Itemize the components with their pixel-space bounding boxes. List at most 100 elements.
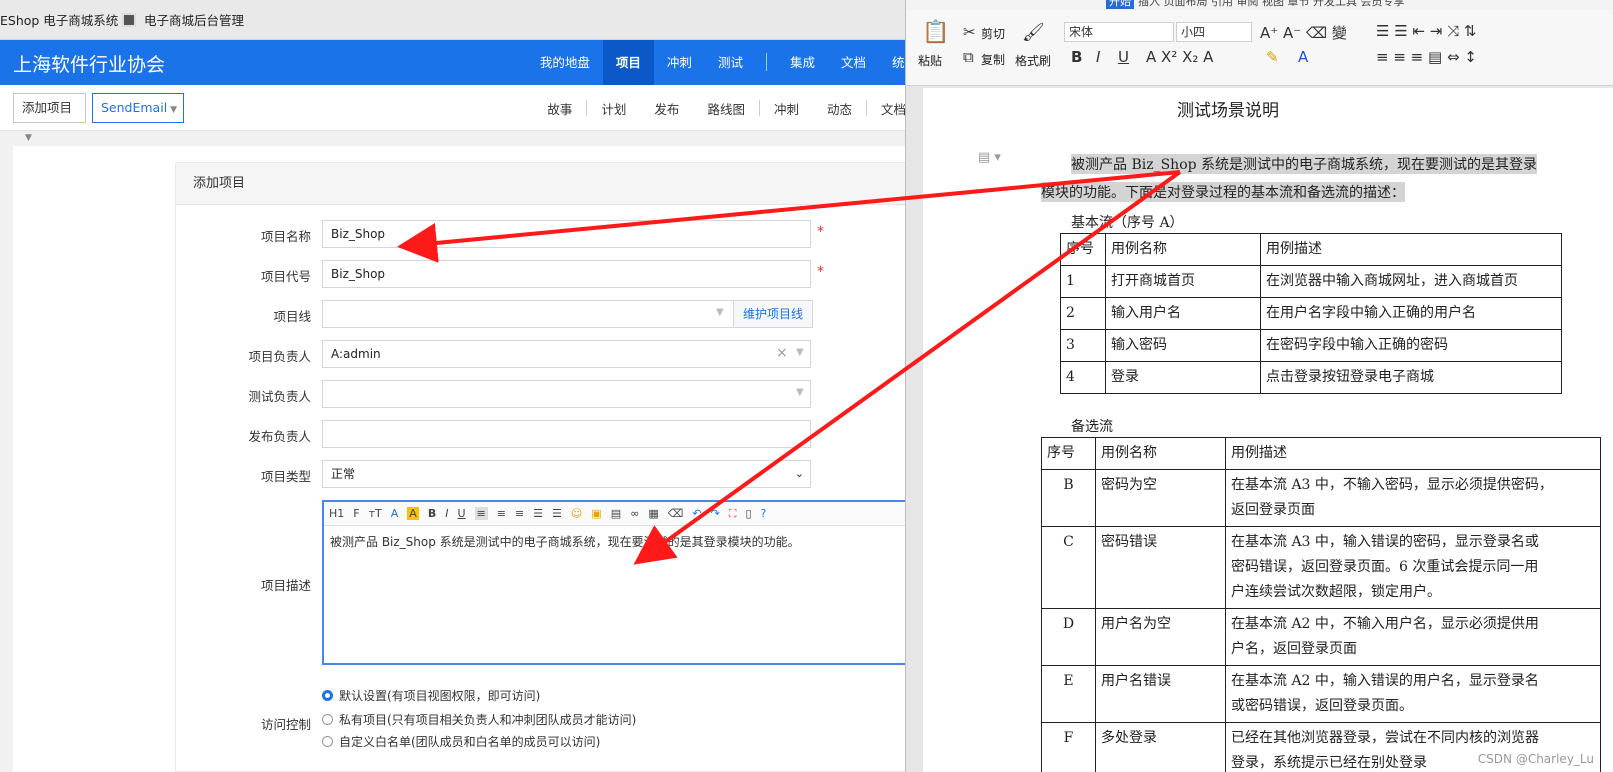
breadcrumb-sendemail[interactable]: SendEmail ▼ bbox=[92, 93, 184, 123]
acl-option-whitelist[interactable]: 自定义白名单(团队成员和白名单的成员可以访问) bbox=[322, 733, 600, 750]
align-left-icon[interactable]: ≡ bbox=[474, 507, 488, 520]
cell-desc-line: 在基本流 A3 中，输入错误的密码，显示登录名或 bbox=[1231, 534, 1539, 550]
alt-flow-title: 备选流 bbox=[1071, 419, 1113, 435]
scissors-icon[interactable]: ✂ bbox=[963, 23, 976, 41]
table-icon[interactable]: ▦ bbox=[648, 507, 658, 520]
acl-option-private[interactable]: 私有项目(只有项目相关负责人和冲刺团队成员才能访问) bbox=[322, 711, 636, 728]
highlight-button[interactable]: A bbox=[407, 507, 419, 520]
cell-desc: 在基本流 A2 中，输入错误的用户名，显示登录名 或密码错误，返回登录页面。 bbox=[1225, 665, 1601, 723]
cell-name: 输入用户名 bbox=[1105, 297, 1261, 330]
subnav-release[interactable]: 发布 bbox=[640, 99, 693, 118]
list-icons[interactable]: ☰ ☰ ⇤ ⇥ ⤨ ⇅ bbox=[1376, 22, 1476, 40]
underline-icon[interactable]: U bbox=[1118, 48, 1129, 66]
align-icons[interactable]: ≡ ≡ ≡ ▤ ⇔ ↕ bbox=[1376, 48, 1477, 66]
ribbon-toolbar: 📋 粘贴 ✂ 剪切 ⧉ 复制 🖌 格式刷 宋体 小四 A⁺ A⁻ ⌫ 變 B I… bbox=[906, 10, 1613, 86]
basic-flow-table: 序号 用例名称 用例描述 1 打开商城首页 在浏览器中输入商城网址，进入商城首页… bbox=[1060, 233, 1562, 394]
eraser-icon[interactable]: ⌫ bbox=[668, 507, 684, 520]
bold-icon[interactable]: B bbox=[1071, 48, 1082, 66]
project-code-input[interactable]: Biz_Shop bbox=[322, 260, 811, 288]
align-center-icon[interactable]: ≡ bbox=[497, 507, 506, 520]
paste-icon[interactable]: 📋 bbox=[922, 20, 949, 45]
cut-button[interactable]: 剪切 bbox=[981, 25, 1005, 42]
undo-icon[interactable]: ↶ bbox=[692, 507, 701, 520]
breadcrumb-add-project[interactable]: 添加项目 ▼ bbox=[13, 93, 86, 143]
nav-ci[interactable]: 集成 bbox=[777, 40, 828, 85]
label-type: 项目类型 bbox=[260, 469, 311, 484]
chevron-down-icon: ▼ bbox=[796, 347, 804, 358]
link-icon[interactable]: ∞ bbox=[630, 507, 639, 520]
font-family-button[interactable]: F bbox=[353, 507, 359, 520]
nav-my[interactable]: 我的地盘 bbox=[527, 40, 603, 85]
cell-name: 用户名错误 bbox=[1095, 665, 1226, 723]
subnav-dynamic[interactable]: 动态 bbox=[813, 99, 866, 118]
source-icon[interactable]: ▯ bbox=[745, 507, 751, 520]
copy-icon[interactable]: ⧉ bbox=[963, 48, 974, 66]
font-color-button[interactable]: A bbox=[391, 507, 399, 520]
font-color-icon[interactable]: A bbox=[1298, 48, 1308, 66]
copy-button[interactable]: 复制 bbox=[981, 51, 1005, 68]
nav-sprint[interactable]: 冲刺 bbox=[654, 40, 705, 85]
underline-button[interactable]: U bbox=[457, 507, 465, 520]
format-painter-icon[interactable]: 🖌 bbox=[1022, 22, 1045, 43]
releaser-select[interactable] bbox=[322, 420, 811, 448]
cell-desc: 在基本流 A3 中，不输入密码，显示必须提供密码， 返回登录页面 bbox=[1225, 469, 1601, 527]
menu-start[interactable]: 开始 bbox=[1106, 0, 1134, 9]
redo-icon[interactable]: ↷ bbox=[711, 507, 720, 520]
clear-icon[interactable]: × bbox=[776, 340, 788, 366]
bookmark-admin[interactable]: 电子商城后台管理 bbox=[122, 10, 244, 32]
font-family-select[interactable]: 宋体 bbox=[1064, 22, 1174, 42]
tester-select[interactable] bbox=[322, 380, 811, 408]
italic-button[interactable]: I bbox=[445, 507, 448, 520]
cell-name: 登录 bbox=[1105, 361, 1261, 394]
nav-doc[interactable]: 文档 bbox=[828, 40, 879, 85]
heading-button[interactable]: H1 bbox=[329, 507, 344, 520]
label-project-code: 项目代号 bbox=[260, 269, 311, 284]
align-right-icon[interactable]: ≡ bbox=[515, 507, 524, 520]
fullscreen-icon[interactable]: ⛶ bbox=[729, 507, 737, 521]
cell-no: F bbox=[1041, 722, 1096, 772]
cell-desc: 在密码字段中输入正确的密码 bbox=[1260, 329, 1562, 362]
intro-line-1: 被测产品 Biz_Shop 系统是测试中的电子商城系统，现在要测试的是其登录 bbox=[1071, 154, 1538, 174]
project-name-input[interactable]: Biz_Shop bbox=[322, 220, 811, 248]
description-text[interactable]: 被测产品 Biz_Shop 系统是测试中的电子商城系统，现在要测试的是其登录模块… bbox=[324, 526, 930, 557]
subnav-plan[interactable]: 计划 bbox=[587, 99, 640, 118]
table-row: 2 输入用户名 在用户名字段中输入正确的用户名 bbox=[1060, 297, 1562, 330]
italic-icon[interactable]: I bbox=[1096, 48, 1100, 66]
emoji-icon[interactable]: ☺ bbox=[571, 507, 582, 520]
owner-select[interactable]: A:admin bbox=[322, 340, 811, 368]
highlight-icon[interactable]: ✎ bbox=[1266, 48, 1279, 66]
paste-button[interactable]: 粘贴 bbox=[918, 52, 942, 69]
bookmarks-bar: EShop 电子商城系统 电子商城后台管理 bbox=[0, 0, 930, 40]
company-brand[interactable]: 上海软件行业协会 bbox=[13, 50, 165, 77]
bookmark-eshop[interactable]: EShop 电子商城系统 bbox=[0, 10, 118, 32]
radio-icon bbox=[322, 736, 333, 747]
format-painter-button[interactable]: 格式刷 bbox=[1015, 52, 1051, 69]
menu-rest[interactable]: 插入 页面布局 引用 审阅 视图 章节 开发工具 会员专享 bbox=[1138, 0, 1404, 9]
chevron-down-icon: ▼ bbox=[716, 307, 724, 318]
font-size-select[interactable]: 小四 bbox=[1176, 22, 1252, 42]
project-type-select[interactable]: 正常 ⌄ bbox=[322, 460, 811, 488]
grow-font-icon[interactable]: A⁺ A⁻ ⌫ 變 bbox=[1260, 22, 1347, 43]
nav-project[interactable]: 项目 bbox=[602, 40, 654, 85]
nav-test[interactable]: 测试 bbox=[705, 40, 756, 85]
image-icon[interactable]: ▣ bbox=[591, 507, 601, 520]
description-editor[interactable]: H1 F тT A A B I U ≡ ≡ ≡ ☰ ☰ ☺ ▣ ▤ ∞ ▦ ⌫ … bbox=[322, 500, 930, 665]
word-window: 开始 插入 页面布局 引用 审阅 视图 章节 开发工具 会员专享 📋 粘贴 ✂ … bbox=[905, 0, 1613, 772]
project-line-select[interactable] bbox=[322, 300, 734, 328]
subnav-story[interactable]: 故事 bbox=[533, 99, 586, 118]
required-mark: * bbox=[817, 224, 824, 240]
bold-button[interactable]: B bbox=[428, 507, 436, 520]
font-size-button[interactable]: тT bbox=[369, 507, 382, 520]
help-icon[interactable]: ? bbox=[761, 507, 767, 520]
doc-icon: ▤ ▾ bbox=[978, 150, 1001, 165]
unordered-list-icon[interactable]: ☰ bbox=[552, 507, 562, 520]
ordered-list-icon[interactable]: ☰ bbox=[533, 507, 543, 520]
maintain-line-button[interactable]: 维护项目线 bbox=[733, 300, 813, 328]
radio-icon bbox=[322, 714, 333, 725]
th-name: 用例名称 bbox=[1095, 437, 1226, 470]
acl-option-default[interactable]: 默认设置(有项目视图权限，即可访问) bbox=[322, 687, 540, 704]
template-icon[interactable]: ▤ bbox=[611, 507, 621, 520]
strikethrough-icon[interactable]: A X² X₂ A bbox=[1146, 48, 1213, 66]
subnav-roadmap[interactable]: 路线图 bbox=[693, 99, 759, 118]
subnav-sprint[interactable]: 冲刺 bbox=[760, 99, 813, 118]
